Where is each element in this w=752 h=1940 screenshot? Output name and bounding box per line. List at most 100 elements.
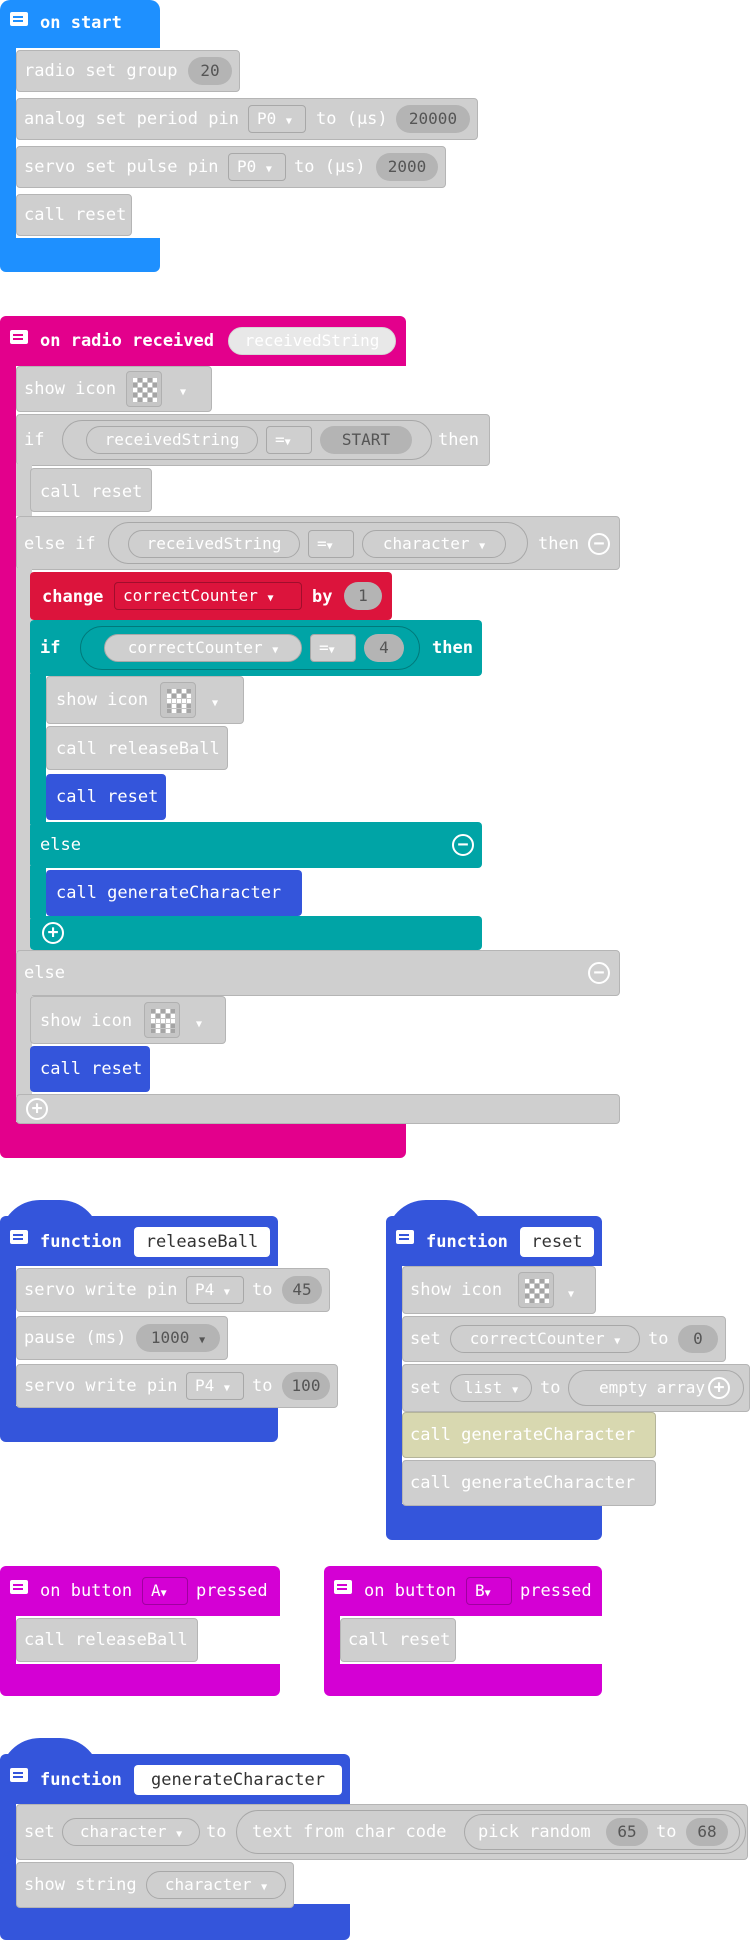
zero-field[interactable]: 0	[678, 1325, 718, 1353]
led-cell	[161, 1014, 165, 1018]
led-cell	[187, 699, 191, 703]
comment-icon[interactable]	[10, 1768, 28, 1782]
button-a-dropdown[interactable]: A▼	[142, 1577, 188, 1605]
led-grid-icon[interactable]	[518, 1272, 554, 1308]
minus-circle-icon[interactable]: −	[588, 533, 610, 555]
correct-counter-dropdown[interactable]: correctCounter ▼	[114, 582, 302, 610]
show-string-label: show string	[24, 1875, 137, 1895]
gen-arm	[0, 1798, 16, 1910]
function-name-field[interactable]: reset	[520, 1227, 594, 1257]
to-label: to	[252, 1280, 273, 1300]
button-value: A	[151, 1581, 161, 1600]
else-block[interactable]	[16, 950, 620, 996]
triangle-down-icon: ▼	[265, 164, 272, 175]
equals-operator-dropdown[interactable]: =▼	[266, 426, 312, 454]
plus-circle-icon[interactable]: +	[708, 1377, 730, 1399]
led-cell	[138, 383, 142, 387]
led-cell	[535, 1289, 539, 1293]
comment-icon[interactable]	[10, 1580, 28, 1594]
led-cell	[167, 704, 171, 708]
list-value: list	[463, 1378, 503, 1397]
radio-set-group-label: radio set group	[24, 61, 178, 81]
triangle-down-icon[interactable]: ▼	[196, 1015, 202, 1035]
servo-pin-dropdown[interactable]: P4 ▼	[186, 1276, 244, 1304]
led-cell	[148, 388, 152, 392]
plus-circle-icon[interactable]: +	[42, 922, 64, 944]
led-cell	[156, 1029, 160, 1033]
group-number-field[interactable]: 20	[188, 57, 232, 85]
if-footer[interactable]	[16, 1094, 620, 1124]
comment-icon[interactable]	[334, 1580, 352, 1594]
angle-field[interactable]: 100	[282, 1372, 330, 1400]
radio-arm	[0, 360, 16, 1124]
button-b-foot	[324, 1664, 602, 1696]
character-variable-dropdown[interactable]: character ▼	[146, 1871, 286, 1899]
analog-period-field[interactable]: 20000	[396, 105, 470, 133]
servo-pin-dropdown[interactable]: P0 ▼	[228, 153, 286, 181]
pressed-label: pressed	[196, 1581, 268, 1601]
function-name-field[interactable]: releaseBall	[134, 1227, 270, 1257]
four-number-field[interactable]: 4	[364, 634, 404, 662]
equals-operator-dropdown[interactable]: =▼	[308, 530, 354, 558]
angle-field[interactable]: 45	[282, 1276, 322, 1304]
led-cell	[133, 383, 137, 387]
led-grid-icon[interactable]	[126, 371, 162, 407]
led-cell	[156, 1009, 160, 1013]
received-string-var[interactable]: receivedString	[86, 426, 258, 454]
led-cell	[143, 388, 147, 392]
servo-set-pulse-label: servo set pulse pin	[24, 157, 219, 177]
correct-counter-dropdown[interactable]: correctCounter ▼	[450, 1325, 640, 1353]
by-value-field[interactable]: 1	[344, 582, 382, 610]
led-cell	[177, 709, 181, 713]
triangle-down-icon[interactable]: ▼	[212, 694, 218, 714]
led-cell	[535, 1284, 539, 1288]
min-number-field[interactable]: 65	[606, 1818, 648, 1846]
led-cell	[148, 393, 152, 397]
analog-pin-dropdown[interactable]: P0 ▼	[248, 105, 306, 133]
led-cell	[138, 398, 142, 402]
character-variable-dropdown[interactable]: character ▼	[362, 530, 506, 558]
led-cell	[133, 378, 137, 382]
max-number-field[interactable]: 68	[686, 1818, 728, 1846]
correct-counter-value: correctCounter	[469, 1329, 605, 1348]
character-variable-dropdown[interactable]: character ▼	[62, 1818, 200, 1846]
start-text-field[interactable]: START	[320, 426, 412, 454]
led-grid-icon[interactable]	[160, 682, 196, 718]
list-dropdown[interactable]: list ▼	[450, 1374, 532, 1402]
triangle-down-icon[interactable]: ▼	[180, 383, 186, 403]
to-label: to	[252, 1376, 273, 1396]
comment-icon[interactable]	[10, 12, 28, 26]
triangle-down-icon[interactable]: ▼	[568, 1285, 574, 1305]
call-release-ball-label: call releaseBall	[24, 1630, 188, 1650]
led-cell	[138, 393, 142, 397]
minus-circle-icon[interactable]: −	[588, 962, 610, 984]
led-cell	[143, 398, 147, 402]
equals-operator-dropdown[interactable]: =▼	[310, 634, 356, 662]
inner-if-footer[interactable]	[30, 916, 482, 950]
inner-else-block[interactable]	[30, 822, 482, 868]
function-name-field[interactable]: generateCharacter	[134, 1765, 342, 1795]
servo-pulse-field[interactable]: 2000	[376, 153, 438, 181]
servo-pin-dropdown[interactable]: P4 ▼	[186, 1372, 244, 1400]
correct-counter-var[interactable]: correctCounter ▼	[104, 634, 302, 662]
inner-if-label: if	[40, 638, 61, 658]
led-cell	[545, 1284, 549, 1288]
triangle-down-icon: ▼	[284, 437, 291, 448]
character-value: character	[164, 1875, 252, 1894]
correct-counter-value: correctCounter	[127, 638, 263, 657]
pause-dropdown[interactable]: 1000 ▼	[136, 1324, 220, 1352]
minus-circle-icon[interactable]: −	[452, 834, 474, 856]
led-cell	[177, 699, 181, 703]
led-grid-icon[interactable]	[144, 1002, 180, 1038]
received-string-param[interactable]: receivedString	[228, 327, 396, 355]
led-cell	[540, 1289, 544, 1293]
button-b-dropdown[interactable]: B▼	[466, 1577, 512, 1605]
plus-circle-icon[interactable]: +	[26, 1098, 48, 1120]
led-cell	[138, 378, 142, 382]
comment-icon[interactable]	[396, 1230, 414, 1244]
comment-icon[interactable]	[10, 330, 28, 344]
received-string-var[interactable]: receivedString	[128, 530, 300, 558]
set-label: set	[24, 1822, 55, 1842]
led-cell	[153, 383, 157, 387]
comment-icon[interactable]	[10, 1230, 28, 1244]
